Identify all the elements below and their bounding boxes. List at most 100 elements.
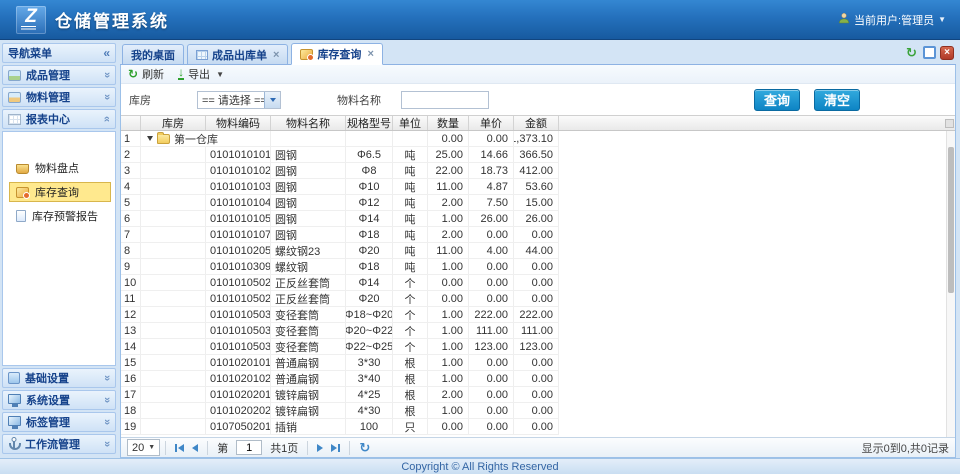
table-row[interactable]: 11 010101050204 正反丝套筒 Φ20 个 0.00 0.00 0.…: [121, 291, 559, 307]
cell-spec: Φ18~Φ20: [346, 307, 393, 322]
row-number: 19: [121, 419, 141, 434]
sidebar-panel[interactable]: 报表中心 »: [2, 109, 116, 129]
chevron-icon[interactable]: »: [101, 397, 113, 403]
table-row[interactable]: 6 0101010105 圆钢 Φ14 吨 1.00 26.00 26.00: [121, 211, 559, 227]
last-page-button[interactable]: [327, 444, 344, 452]
cell-amount: 123.00: [514, 339, 559, 354]
row-number-header: [121, 116, 141, 130]
column-header[interactable]: 库房: [141, 116, 206, 130]
sidebar-item[interactable]: 库存查询: [9, 182, 111, 202]
tab-close-icon[interactable]: ×: [367, 48, 373, 60]
column-menu-icon[interactable]: [945, 119, 954, 128]
table-row[interactable]: 4 0101010103 圆钢 Φ10 吨 11.00 4.87 53.60: [121, 179, 559, 195]
table-row[interactable]: 17 0101020201 镀锌扁钢 4*25 根 2.00 0.00 0.00: [121, 387, 559, 403]
cell-quantity: 11.00: [428, 179, 469, 194]
first-page-button[interactable]: [171, 444, 188, 452]
cell-unit-price: 0.00: [469, 355, 514, 370]
prev-page-button[interactable]: [188, 444, 202, 452]
column-header[interactable]: 规格型号: [346, 116, 393, 130]
table-row[interactable]: 19 0107050201 插销 100 只 0.00 0.00 0.00: [121, 419, 559, 435]
cell-warehouse: [141, 275, 206, 290]
cell-unit: 个: [393, 339, 428, 354]
system-settings-icon: [8, 394, 21, 404]
cell-amount: 0.00: [514, 403, 559, 418]
cell-material-code: 0101010101: [206, 147, 271, 162]
cell-spec: 4*25: [346, 387, 393, 402]
user-menu[interactable]: 当前用户:管理员 ▼: [838, 12, 946, 28]
page-number-input[interactable]: [236, 440, 262, 455]
tab-tools: ↻ ×: [904, 45, 954, 64]
table-row[interactable]: 13 010101050302 变径套筒 Φ20~Φ22 个 1.00 111.…: [121, 323, 559, 339]
grid-header: 库房物料编码物料名称规格型号单位数量单价金额: [121, 116, 955, 131]
table-row[interactable]: 8 0101010205 螺纹钢23 Φ20 吨 11.00 4.00 44.0…: [121, 243, 559, 259]
tab[interactable]: 库存查询 ×: [291, 43, 382, 65]
tree-node-warehouse[interactable]: 第一仓库: [141, 131, 271, 146]
export-caret-icon[interactable]: ▼: [216, 70, 224, 79]
nav-menu-header: 导航菜单 «: [2, 43, 116, 63]
cell-amount: 412.00: [514, 163, 559, 178]
sidebar-panel[interactable]: 成品管理 »: [2, 65, 116, 85]
table-row[interactable]: 9 0101010309 螺纹钢 Φ18 吨 1.00 0.00 0.00: [121, 259, 559, 275]
sidebar-panel[interactable]: 系统设置 »: [2, 390, 116, 410]
table-row[interactable]: 3 0101010102 圆钢 Φ8 吨 22.00 18.73 412.00: [121, 163, 559, 179]
sidebar-item[interactable]: 库存预警报告: [9, 206, 111, 226]
table-row[interactable]: 12 010101050301 变径套筒 Φ18~Φ20 个 1.00 222.…: [121, 307, 559, 323]
chevron-icon[interactable]: »: [101, 72, 113, 78]
cell-unit-price: 0.00: [469, 387, 514, 402]
table-row[interactable]: 15 0101020101 普通扁钢 3*30 根 1.00 0.00 0.00: [121, 355, 559, 371]
column-header[interactable]: 物料名称: [271, 116, 346, 130]
cell-warehouse: [141, 291, 206, 306]
sidebar-panel[interactable]: 标签管理 »: [2, 412, 116, 432]
chevron-icon[interactable]: »: [101, 441, 113, 447]
group-amount: 1,373.10: [514, 131, 559, 146]
tree-expand-icon[interactable]: [147, 136, 153, 141]
table-row[interactable]: 14 010101050303 变径套筒 Φ22~Φ25 个 1.00 123.…: [121, 339, 559, 355]
cell-unit: 只: [393, 419, 428, 434]
maximize-icon[interactable]: [923, 46, 936, 59]
cell-unit-price: 4.00: [469, 243, 514, 258]
scrollbar-thumb[interactable]: [948, 147, 954, 293]
cell-quantity: 0.00: [428, 291, 469, 306]
export-button[interactable]: ↓ 导出 ▼: [178, 66, 224, 82]
tab[interactable]: 成品出库单 ×: [187, 44, 288, 64]
search-button[interactable]: 查询: [754, 89, 800, 111]
chevron-icon[interactable]: »: [101, 94, 113, 100]
cell-unit-price: 0.00: [469, 275, 514, 290]
next-page-button[interactable]: [313, 444, 327, 452]
chevron-icon[interactable]: »: [101, 116, 113, 122]
combo-arrow-icon[interactable]: [264, 92, 280, 108]
column-header[interactable]: 单位: [393, 116, 428, 130]
page-size-select[interactable]: 20 ▼: [127, 439, 160, 456]
table-row[interactable]: 7 0101010107 圆钢 Φ18 吨 2.00 0.00 0.00: [121, 227, 559, 243]
row-number: 4: [121, 179, 141, 194]
column-header[interactable]: 金额: [514, 116, 559, 130]
table-row[interactable]: 16 0101020102 普通扁钢 3*40 根 1.00 0.00 0.00: [121, 371, 559, 387]
table-row[interactable]: 18 0101020202 镀锌扁钢 4*30 根 1.00 0.00 0.00: [121, 403, 559, 419]
column-header[interactable]: 物料编码: [206, 116, 271, 130]
column-header[interactable]: 单价: [469, 116, 514, 130]
sidebar-panel[interactable]: 工作流管理 »: [2, 434, 116, 454]
chevron-icon[interactable]: »: [101, 419, 113, 425]
group-row[interactable]: 1 第一仓库 0.00 0.00 1,373.10: [121, 131, 559, 147]
close-icon[interactable]: ×: [940, 46, 954, 60]
refresh-button[interactable]: ↻ 刷新: [128, 66, 164, 82]
cell-material-code: 0101020102: [206, 371, 271, 386]
warehouse-select[interactable]: == 请选择 ==: [197, 91, 281, 109]
tabbar-refresh-icon[interactable]: ↻: [904, 45, 919, 60]
cell-warehouse: [141, 419, 206, 434]
paging-refresh-icon[interactable]: ↻: [355, 440, 374, 456]
vertical-scrollbar[interactable]: [946, 131, 955, 437]
tab-close-icon[interactable]: ×: [273, 49, 279, 61]
chevron-icon[interactable]: »: [101, 375, 113, 381]
sidebar-item[interactable]: 物料盘点: [9, 158, 111, 178]
table-row[interactable]: 5 0101010104 圆钢 Φ12 吨 2.00 7.50 15.00: [121, 195, 559, 211]
tab[interactable]: 我的桌面: [122, 44, 184, 64]
table-row[interactable]: 2 0101010101 圆钢 Φ6.5 吨 25.00 14.66 366.5…: [121, 147, 559, 163]
material-name-input[interactable]: [401, 91, 489, 109]
collapse-sidebar-icon[interactable]: «: [103, 46, 110, 60]
clear-button[interactable]: 清空: [814, 89, 860, 111]
column-header[interactable]: 数量: [428, 116, 469, 130]
table-row[interactable]: 10 010101050201 正反丝套筒 Φ14 个 0.00 0.00 0.…: [121, 275, 559, 291]
sidebar-panel[interactable]: 基础设置 »: [2, 368, 116, 388]
sidebar-panel[interactable]: 物料管理 »: [2, 87, 116, 107]
